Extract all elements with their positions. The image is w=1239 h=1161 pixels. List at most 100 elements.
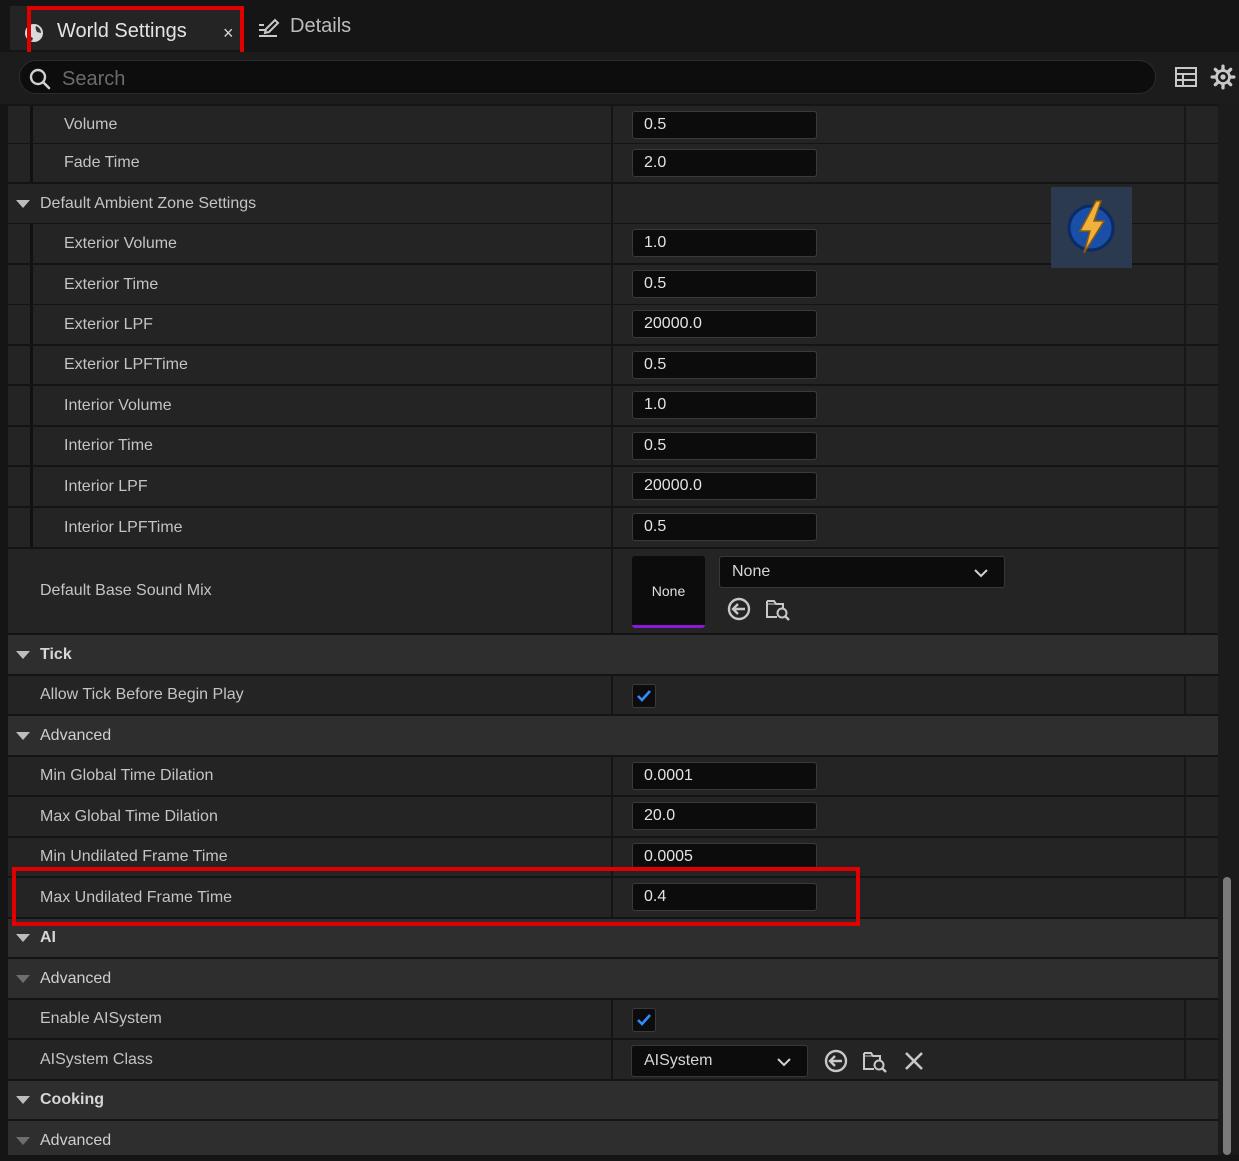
- property-row-interior-lpf: Interior LPF 20000.0: [8, 467, 1218, 508]
- property-row-interior-lpftime: Interior LPFTime 0.5: [8, 508, 1218, 549]
- splitter[interactable]: [611, 224, 613, 263]
- browse-folder-icon[interactable]: [765, 596, 791, 622]
- dropdown-value: AISystem: [644, 1052, 713, 1069]
- use-selected-icon[interactable]: [823, 1048, 849, 1074]
- fade-time-input[interactable]: 2.0: [632, 149, 817, 177]
- category-cooking[interactable]: Cooking: [8, 1081, 1218, 1121]
- column-separator: [1184, 467, 1186, 506]
- search-box[interactable]: [19, 60, 1156, 94]
- min-global-time-dilation-input[interactable]: 0.0001: [632, 762, 817, 790]
- property-label: Max Global Time Dilation: [40, 807, 218, 825]
- exterior-time-input[interactable]: 0.5: [632, 270, 817, 298]
- group-cooking-advanced[interactable]: Advanced: [8, 1121, 1218, 1155]
- browse-folder-icon[interactable]: [862, 1048, 888, 1074]
- aisystem-class-dropdown[interactable]: AISystem: [631, 1045, 808, 1077]
- asset-thumbnail[interactable]: None: [632, 556, 705, 628]
- chevron-down-icon: [974, 569, 988, 578]
- column-separator: [1184, 797, 1186, 836]
- category-label: AI: [40, 929, 56, 946]
- property-label: Interior LPF: [64, 477, 148, 495]
- column-separator: [1184, 676, 1186, 714]
- group-tick-advanced[interactable]: Advanced: [8, 716, 1218, 757]
- group-label: Advanced: [40, 726, 112, 744]
- splitter[interactable]: [611, 305, 613, 344]
- property-label: Max Undilated Frame Time: [40, 888, 233, 906]
- category-ai[interactable]: AI: [8, 919, 1218, 959]
- gear-icon[interactable]: [1210, 64, 1236, 90]
- interior-volume-input[interactable]: 1.0: [632, 391, 817, 419]
- property-label: Default Base Sound Mix: [40, 582, 212, 599]
- indent-bar: [30, 346, 33, 384]
- expand-arrow-icon[interactable]: [16, 1096, 30, 1104]
- close-icon[interactable]: ×: [223, 22, 234, 44]
- splitter[interactable]: [611, 106, 613, 143]
- splitter[interactable]: [611, 757, 613, 795]
- tab-title: World Settings: [57, 20, 187, 42]
- property-label: Interior Time: [64, 437, 153, 454]
- indent-bar: [30, 144, 33, 182]
- max-undilated-frame-time-input[interactable]: 0.4: [632, 883, 817, 911]
- exterior-volume-input[interactable]: 1.0: [632, 229, 817, 257]
- search-input[interactable]: [60, 65, 1144, 93]
- expand-arrow-icon[interactable]: [16, 934, 30, 942]
- property-row-max-undilated-frame-time: Max Undilated Frame Time 0.4: [8, 878, 1218, 919]
- property-row-fade-time: Fade Time 2.0: [8, 144, 1218, 184]
- category-tick[interactable]: Tick: [8, 635, 1218, 676]
- splitter[interactable]: [611, 838, 613, 876]
- property-label: Exterior Volume: [64, 234, 177, 252]
- sound-mix-dropdown[interactable]: None: [719, 556, 1005, 588]
- indent-bar: [30, 467, 33, 506]
- scrollbar-thumb[interactable]: [1223, 877, 1231, 1155]
- column-separator: [1184, 1000, 1186, 1038]
- splitter[interactable]: [611, 346, 613, 384]
- category-label: Tick: [40, 645, 72, 663]
- group-label: Advanced: [40, 1132, 112, 1149]
- property-row-exterior-volume: Exterior Volume 1.0: [8, 224, 1218, 265]
- use-selected-icon[interactable]: [726, 596, 752, 622]
- tab-bar: World Settings × Details: [0, 0, 1239, 52]
- enable-aisystem-checkbox[interactable]: [632, 1008, 656, 1032]
- splitter[interactable]: [611, 184, 613, 223]
- world-icon: [25, 24, 43, 42]
- property-row-exterior-time: Exterior Time 0.5: [8, 265, 1218, 306]
- splitter[interactable]: [611, 1040, 613, 1079]
- splitter[interactable]: [611, 467, 613, 506]
- allow-tick-checkbox[interactable]: [632, 684, 656, 708]
- group-ai-advanced[interactable]: Advanced: [8, 959, 1218, 1000]
- splitter[interactable]: [611, 676, 613, 714]
- property-label: Allow Tick Before Begin Play: [40, 686, 244, 703]
- splitter[interactable]: [611, 427, 613, 465]
- splitter[interactable]: [611, 144, 613, 182]
- interior-lpftime-input[interactable]: 0.5: [632, 513, 817, 541]
- exterior-lpf-input[interactable]: 20000.0: [632, 310, 817, 338]
- expand-arrow-icon[interactable]: [16, 199, 30, 208]
- expand-arrow-icon[interactable]: [16, 731, 30, 740]
- splitter[interactable]: [611, 386, 613, 425]
- volume-input[interactable]: 0.5: [632, 111, 817, 139]
- property-row-interior-time: Interior Time 0.5: [8, 427, 1218, 467]
- splitter[interactable]: [611, 508, 613, 547]
- property-row-aisystem-class: AISystem Class AISystem: [8, 1040, 1218, 1081]
- splitter[interactable]: [611, 1000, 613, 1038]
- splitter[interactable]: [611, 878, 613, 917]
- clear-icon[interactable]: [903, 1050, 925, 1072]
- splitter[interactable]: [611, 265, 613, 304]
- min-undilated-frame-time-input[interactable]: 0.0005: [632, 843, 817, 871]
- interior-time-input[interactable]: 0.5: [632, 432, 817, 460]
- table-view-icon[interactable]: [1174, 65, 1198, 89]
- expand-arrow-icon[interactable]: [16, 650, 30, 659]
- group-default-ambient-zone[interactable]: Default Ambient Zone Settings: [8, 184, 1218, 225]
- property-row-allow-tick: Allow Tick Before Begin Play: [8, 676, 1218, 716]
- interior-lpf-input[interactable]: 20000.0: [632, 472, 817, 500]
- splitter[interactable]: [611, 549, 613, 633]
- exterior-lpftime-input[interactable]: 0.5: [632, 351, 817, 379]
- group-label: Advanced: [40, 969, 112, 987]
- chevron-down-icon: [777, 1058, 791, 1067]
- max-global-time-dilation-input[interactable]: 20.0: [632, 802, 817, 830]
- expand-arrow-icon[interactable]: [16, 974, 30, 983]
- indent-bar: [30, 265, 33, 304]
- tab-world-settings[interactable]: World Settings ×: [10, 6, 242, 50]
- dropdown-value: None: [732, 563, 771, 580]
- expand-arrow-icon[interactable]: [16, 1137, 30, 1145]
- splitter[interactable]: [611, 797, 613, 836]
